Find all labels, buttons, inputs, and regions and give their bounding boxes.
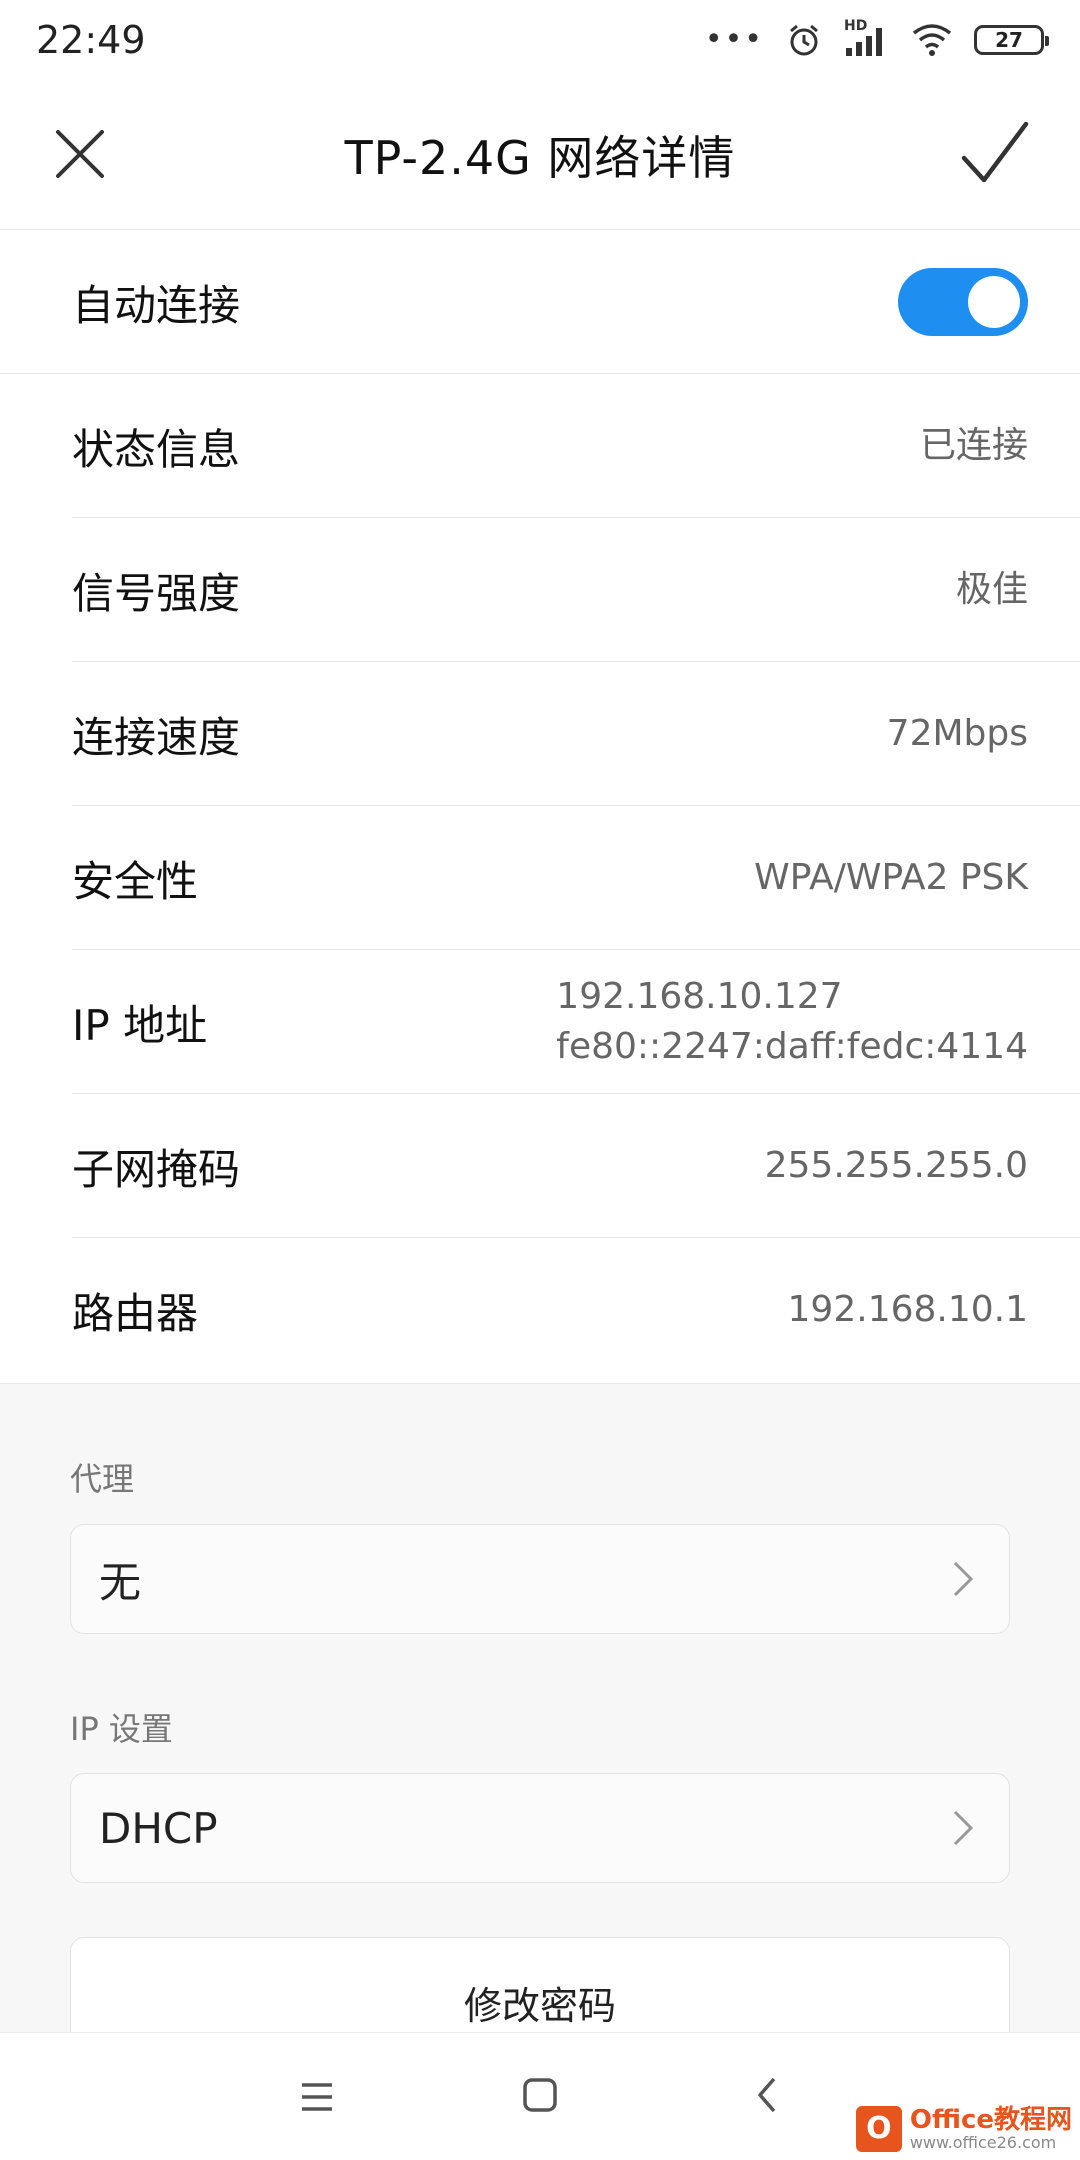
auto-connect-row: 自动连接 — [0, 230, 1080, 374]
back-icon[interactable] — [752, 2067, 782, 2127]
auto-connect-toggle[interactable] — [898, 268, 1028, 336]
battery-level: 27 — [995, 28, 1023, 52]
page-title: TP-2.4G 网络详情 — [344, 130, 736, 185]
router-value: 192.168.10.1 — [787, 1289, 1028, 1330]
ip-settings-value: DHCP — [99, 1803, 218, 1853]
header: TP-2.4G 网络详情 — [0, 80, 1080, 230]
office-logo-icon: O — [855, 2105, 902, 2152]
alarm-icon — [790, 24, 818, 56]
ipv6-value: fe80::2247:daff:fedc:4114 — [556, 1026, 1028, 1067]
subnet-label: 子网掩码 — [72, 1144, 241, 1194]
speed-value: 72Mbps — [886, 713, 1028, 754]
speed-label: 连接速度 — [72, 712, 241, 762]
security-row: 安全性 WPA/WPA2 PSK — [0, 806, 1080, 950]
proxy-section-label: 代理 — [70, 1460, 135, 1498]
signal-strength-value: 极佳 — [955, 569, 1028, 610]
toggle-knob — [968, 276, 1020, 328]
status-time: 22:49 — [36, 18, 146, 62]
battery-icon: 27 — [974, 25, 1049, 55]
ip-settings-section-label: IP 设置 — [70, 1710, 173, 1748]
chevron-right-icon — [953, 1810, 974, 1846]
more-dots-icon: ••• — [704, 22, 764, 57]
check-icon[interactable] — [960, 120, 1030, 186]
ip-value: 192.168.10.127 fe80::2247:daff:fedc:4114 — [556, 972, 1028, 1072]
security-label: 安全性 — [72, 856, 199, 906]
signal-row: 信号强度 极佳 — [0, 518, 1080, 662]
proxy-value: 无 — [99, 1557, 142, 1607]
security-value: WPA/WPA2 PSK — [754, 857, 1028, 898]
status-row: 状态信息 已连接 — [0, 374, 1080, 518]
watermark: O Office教程网 www.office26.com — [855, 2105, 1072, 2152]
proxy-select[interactable]: 无 — [70, 1524, 1010, 1634]
home-icon[interactable] — [522, 2067, 558, 2127]
subnet-row: 子网掩码 255.255.255.0 — [0, 1094, 1080, 1238]
speed-row: 连接速度 72Mbps — [0, 662, 1080, 806]
status-bar: 22:49 ••• HD 27 — [0, 0, 1080, 80]
ipv4-value: 192.168.10.127 — [556, 976, 843, 1017]
wifi-icon — [912, 24, 952, 56]
router-row: 路由器 192.168.10.1 — [0, 1238, 1080, 1382]
signal-icon: HD — [844, 18, 890, 58]
auto-connect-label: 自动连接 — [72, 280, 241, 330]
signal-strength-label: 信号强度 — [72, 568, 241, 618]
navigation-bar: O Office教程网 www.office26.com — [0, 2032, 1080, 2160]
chevron-right-icon — [953, 1561, 974, 1597]
details-list: 自动连接 状态信息 已连接 信号强度 极佳 连接速度 72Mbps 安全性 WP… — [0, 230, 1080, 1382]
ip-row: IP 地址 192.168.10.127 fe80::2247:daff:fed… — [0, 950, 1080, 1094]
close-icon[interactable] — [50, 124, 110, 184]
status-label: 状态信息 — [72, 424, 241, 474]
status-icons: ••• HD 27 — [704, 18, 1049, 58]
ip-settings-select[interactable]: DHCP — [70, 1773, 1010, 1883]
watermark-main: Office教程网 — [909, 2104, 1072, 2135]
status-value: 已连接 — [919, 425, 1028, 466]
watermark-sub: www.office26.com — [909, 2133, 1057, 2153]
subnet-value: 255.255.255.0 — [764, 1145, 1028, 1186]
watermark-text: Office教程网 www.office26.com — [910, 2106, 1072, 2152]
menu-icon[interactable] — [300, 2067, 334, 2127]
advanced-settings: 代理 无 IP 设置 DHCP 修改密码 — [0, 1383, 1080, 2067]
router-label: 路由器 — [72, 1288, 199, 1338]
ip-label: IP 地址 — [72, 1000, 208, 1050]
